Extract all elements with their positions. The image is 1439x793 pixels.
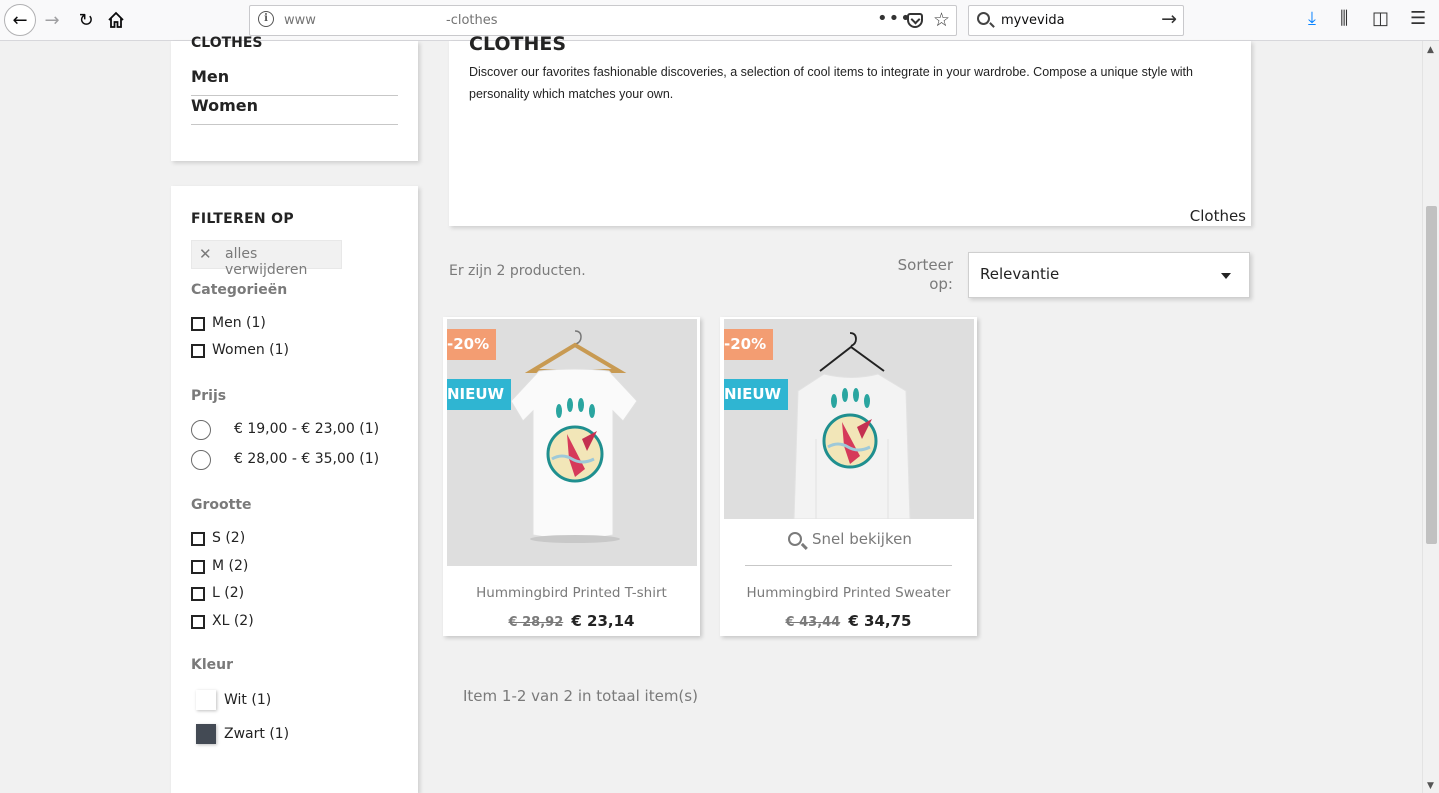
checkbox[interactable]	[191, 344, 205, 358]
product-card[interactable]: -20% NIEUW Hummingbird Printed T-shirt €…	[443, 317, 700, 636]
search-icon	[977, 12, 990, 25]
product-image[interactable]: -20% NIEUW	[447, 319, 697, 566]
regular-price: € 28,92	[508, 615, 564, 630]
home-button[interactable]	[102, 6, 130, 34]
category-header-block: CLOTHES Discover our favorites fashionab…	[449, 33, 1251, 226]
download-icon[interactable]: ⤓	[1308, 8, 1316, 29]
forward-button[interactable]: →	[38, 6, 66, 34]
color-swatch-black[interactable]	[196, 724, 216, 744]
info-icon[interactable]: i	[258, 11, 274, 27]
page-title: CLOTHES	[469, 33, 567, 55]
filter-title: FILTEREN OP	[191, 211, 294, 227]
checkbox[interactable]	[191, 587, 205, 601]
reload-button[interactable]: ↻	[72, 6, 100, 34]
category-description: Discover our favorites fashionable disco…	[469, 65, 1193, 101]
clear-all-filters-button[interactable]: ✕ alles verwijderen	[191, 240, 342, 278]
product-card[interactable]: -20% NIEUW Snel bekijken Hummingbird Pri…	[720, 317, 977, 636]
sort-selected-value: Relevantie	[980, 265, 1060, 283]
url-text-end: -clothes	[446, 13, 498, 28]
facet-title-color: Kleur	[191, 657, 234, 673]
facet-title-price: Prijs	[191, 388, 227, 404]
sort-dropdown[interactable]: Relevantie	[968, 252, 1250, 298]
checkbox[interactable]	[191, 560, 205, 574]
facet-title-categories: Categorieën	[191, 282, 288, 298]
sale-price: € 34,75	[848, 612, 912, 630]
sale-price: € 23,14	[571, 612, 635, 630]
product-price: € 28,92 € 23,14	[443, 611, 700, 630]
product-count: Er zijn 2 producten.	[449, 263, 586, 279]
radio-button[interactable]	[191, 450, 211, 470]
arrow-left-icon: ←	[12, 9, 28, 31]
scroll-up-icon[interactable]: ▲	[1427, 45, 1434, 55]
bookmark-star-icon[interactable]: ☆	[933, 9, 950, 31]
discount-badge: -20%	[724, 329, 774, 360]
scroll-down-icon[interactable]: ▼	[1427, 781, 1434, 791]
sidebar-toggle-icon[interactable]: ◫	[1372, 8, 1389, 29]
radio-button[interactable]	[191, 420, 211, 440]
checkbox[interactable]	[191, 532, 205, 546]
browser-search-bar[interactable]: myvevida →	[968, 5, 1184, 36]
hamburger-menu-icon[interactable]: ☰	[1410, 8, 1426, 29]
library-icon[interactable]: ⫼	[1340, 8, 1348, 29]
color-swatch-white[interactable]	[196, 690, 216, 710]
scrollbar-thumb[interactable]	[1426, 206, 1437, 544]
product-name[interactable]: Hummingbird Printed Sweater	[720, 585, 977, 601]
quick-view-button[interactable]: Snel bekijken	[745, 524, 952, 566]
reload-icon: ↻	[78, 9, 94, 31]
page-scrollbar[interactable]: ▲ ▼	[1422, 41, 1439, 793]
checkbox[interactable]	[191, 317, 205, 331]
checkbox[interactable]	[191, 615, 205, 629]
category-tree-block: CLOTHES Men Women	[171, 35, 418, 161]
new-badge: NIEUW	[724, 379, 789, 410]
close-icon: ✕	[199, 245, 212, 263]
quick-view-label: Snel bekijken	[812, 530, 912, 548]
url-text-start: www	[284, 13, 316, 28]
discount-badge: -20%	[447, 329, 497, 360]
search-query: myvevida	[1001, 13, 1065, 28]
pocket-icon[interactable]	[907, 13, 923, 28]
category-image-label: Clothes	[1189, 207, 1246, 225]
product-name[interactable]: Hummingbird Printed T-shirt	[443, 585, 700, 601]
search-go-icon[interactable]: →	[1161, 8, 1177, 30]
search-icon	[788, 532, 802, 546]
product-image[interactable]: -20% NIEUW	[724, 319, 974, 519]
product-price: € 43,44 € 34,75	[720, 611, 977, 630]
category-link-men[interactable]: Men	[191, 67, 398, 96]
clear-all-label: alles verwijderen	[225, 246, 308, 278]
new-badge: NIEUW	[447, 379, 512, 410]
facet-filter-block: FILTEREN OP ✕ alles verwijderen Categori…	[171, 186, 418, 793]
sort-label: Sorteer op:	[897, 256, 953, 293]
arrow-right-icon: →	[44, 9, 60, 31]
back-button[interactable]: ←	[4, 4, 36, 36]
category-link-women[interactable]: Women	[191, 96, 398, 125]
regular-price: € 43,44	[785, 615, 841, 630]
category-tree-heading[interactable]: CLOTHES	[191, 35, 263, 51]
pagination-summary: Item 1-2 van 2 in totaal item(s)	[463, 687, 698, 705]
caret-down-icon	[1221, 273, 1231, 279]
address-bar[interactable]: i www -clothes ••• ☆	[249, 5, 957, 36]
home-icon	[108, 11, 124, 28]
facet-title-size: Grootte	[191, 497, 252, 513]
